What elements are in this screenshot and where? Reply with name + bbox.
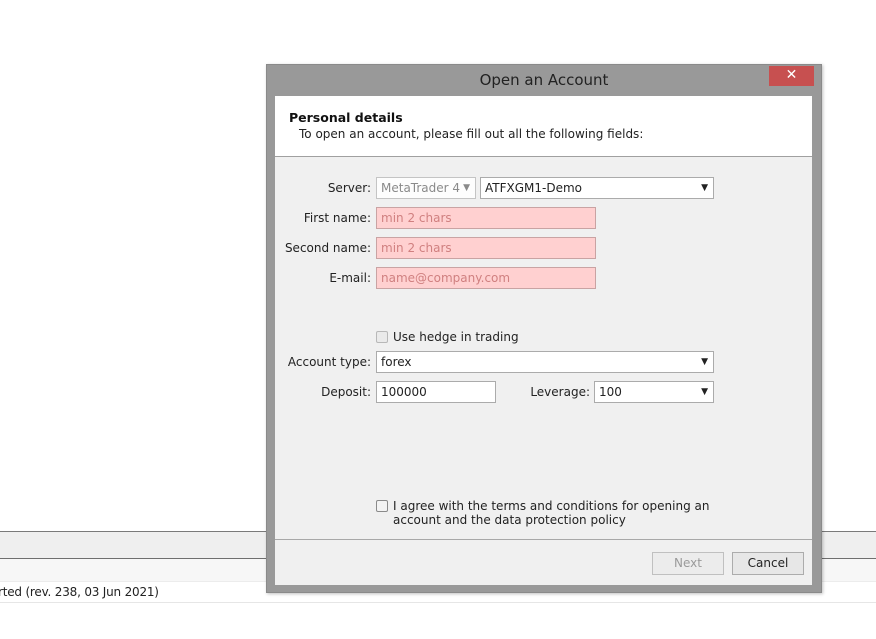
journal-message: rted (rev. 238, 03 Jun 2021) <box>0 585 159 599</box>
deposit-label: Deposit: <box>321 385 371 399</box>
account-type-select[interactable]: forex ▼ <box>376 351 714 373</box>
account-type-value: forex <box>381 355 412 369</box>
first-name-label: First name: <box>303 211 371 225</box>
email-placeholder: name@company.com <box>381 271 511 285</box>
section-subtitle: To open an account, please fill out all … <box>299 127 644 141</box>
agree-label-line1: I agree with the terms and conditions fo… <box>393 499 710 513</box>
leverage-value: 100 <box>599 385 622 399</box>
second-name-label: Second name: <box>284 241 371 255</box>
first-name-input[interactable]: min 2 chars <box>376 207 596 229</box>
open-account-dialog: Open an Account ✕ Personal details To op… <box>266 64 822 593</box>
dialog-header: Personal details To open an account, ple… <box>275 96 812 157</box>
agree-label-line2: account and the data protection policy <box>393 513 626 527</box>
next-button[interactable]: Next <box>652 552 724 575</box>
section-title: Personal details <box>289 110 403 125</box>
email-label: E-mail: <box>329 271 371 285</box>
leverage-label: Leverage: <box>530 385 590 399</box>
platform-select[interactable]: MetaTrader 4 ▼ <box>376 177 476 199</box>
agree-checkbox[interactable] <box>376 500 388 512</box>
hedge-checkbox[interactable] <box>376 331 388 343</box>
first-name-placeholder: min 2 chars <box>381 211 452 225</box>
deposit-input[interactable]: 100000 <box>376 381 496 403</box>
close-button[interactable]: ✕ <box>769 66 814 86</box>
server-select[interactable]: ATFXGM1-Demo ▼ <box>480 177 714 199</box>
server-value: ATFXGM1-Demo <box>485 181 583 195</box>
hedge-label: Use hedge in trading <box>393 330 519 344</box>
dialog-title: Open an Account <box>479 71 609 89</box>
email-input[interactable]: name@company.com <box>376 267 596 289</box>
account-type-label: Account type: <box>287 355 371 369</box>
deposit-value: 100000 <box>381 385 427 399</box>
close-icon: ✕ <box>785 67 798 83</box>
platform-value: MetaTrader 4 <box>381 181 461 195</box>
footer-divider <box>275 539 812 540</box>
second-name-placeholder: min 2 chars <box>381 241 452 255</box>
dialog-body: Personal details To open an account, ple… <box>275 96 812 585</box>
server-label: Server: <box>327 181 371 195</box>
second-name-input[interactable]: min 2 chars <box>376 237 596 259</box>
chevron-down-icon: ▼ <box>701 183 708 193</box>
leverage-select[interactable]: 100 ▼ <box>594 381 714 403</box>
chevron-down-icon: ▼ <box>701 357 708 367</box>
cancel-button[interactable]: Cancel <box>732 552 804 575</box>
chevron-down-icon: ▼ <box>701 387 708 397</box>
chevron-down-icon: ▼ <box>463 183 470 193</box>
